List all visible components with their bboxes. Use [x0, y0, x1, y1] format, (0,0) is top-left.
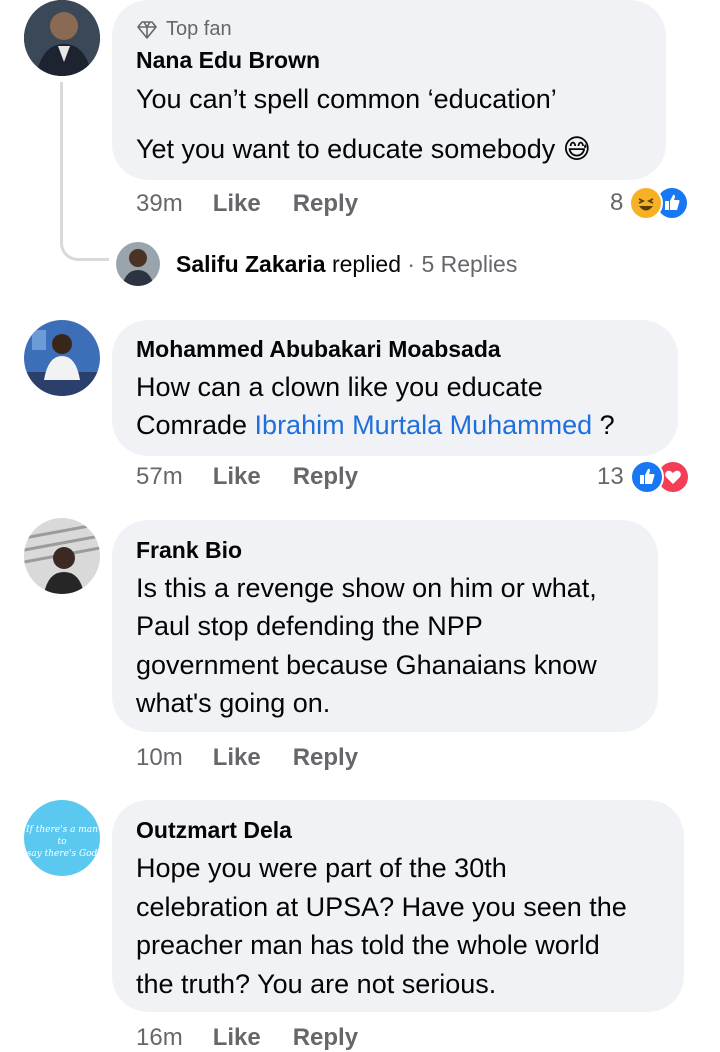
reply-summary[interactable]: Salifu Zakaria replied · 5 Replies	[176, 251, 517, 278]
comment-text-line: Paul stop defending the NPP	[136, 611, 483, 641]
avatar[interactable]	[24, 518, 100, 594]
avatar-photo	[24, 320, 100, 396]
like-button[interactable]: Like	[213, 463, 261, 491]
comment-actions: 39m Like Reply	[136, 190, 390, 218]
comment-text-line: the truth? You are not serious.	[136, 969, 497, 999]
reply-count[interactable]: · 5 Replies	[401, 251, 517, 277]
haha-icon	[629, 186, 664, 220]
comment-actions: 10m Like Reply	[136, 744, 390, 772]
reply-button[interactable]: Reply	[293, 1024, 358, 1052]
reaction-summary[interactable]: 8	[610, 186, 690, 220]
comment-text-line: You can’t spell common ‘education’	[136, 84, 557, 114]
comment-actions: 57m Like Reply	[136, 463, 390, 491]
avatar-photo	[24, 0, 100, 76]
comment-author[interactable]: Outzmart Dela	[136, 817, 292, 844]
text-segment: ?	[592, 410, 615, 440]
badge-label: Top fan	[166, 18, 232, 40]
comment-author[interactable]: Mohammed Abubakari Moabsada	[136, 336, 501, 363]
comment-text-line: government because Ghanaians know	[136, 650, 597, 680]
avatar[interactable]	[24, 320, 100, 396]
comment-time[interactable]: 39m	[136, 190, 183, 218]
like-button[interactable]: Like	[213, 190, 261, 218]
reply-avatar-photo	[116, 242, 160, 286]
comment-text-line: celebration at UPSA? Have you seen the	[136, 892, 627, 922]
like-button[interactable]: Like	[213, 1024, 261, 1052]
comment-text-line: How can a clown like you educate	[136, 372, 543, 402]
comment-time[interactable]: 10m	[136, 744, 183, 772]
text-segment: Comrade	[136, 410, 255, 440]
reply-button[interactable]: Reply	[293, 190, 358, 218]
reaction-summary[interactable]: 13	[597, 460, 690, 494]
reaction-count: 13	[597, 463, 624, 490]
comment-text-line: Is this a revenge show on him or what,	[136, 573, 597, 603]
comment-text-line: preacher man has told the whole world	[136, 930, 600, 960]
comment-text-line: Comrade Ibrahim Murtala Muhammed ?	[136, 406, 615, 444]
comment-time[interactable]: 16m	[136, 1024, 183, 1052]
reply-thread-line	[60, 82, 109, 261]
comment-text-line: Yet you want to educate somebody 😅	[136, 134, 591, 164]
comment-time[interactable]: 57m	[136, 463, 183, 491]
mention-link[interactable]: Ibrahim Murtala Muhammed	[255, 410, 593, 440]
top-fan-badge: Top fan	[136, 18, 232, 41]
reply-button[interactable]: Reply	[293, 463, 358, 491]
like-icon	[629, 460, 664, 494]
avatar-photo	[24, 518, 100, 594]
reaction-count: 8	[610, 189, 624, 216]
reply-avatar[interactable]	[116, 242, 160, 286]
comment-text-line: what's going on.	[136, 688, 331, 718]
diamond-icon	[137, 20, 157, 39]
comment-author[interactable]: Frank Bio	[136, 537, 242, 564]
like-button[interactable]: Like	[213, 744, 261, 772]
avatar[interactable]: If there's a man to say there's God	[24, 800, 100, 876]
avatar-text: If there's a man to say there's God	[26, 825, 98, 859]
comment-author[interactable]: Nana Edu Brown	[136, 47, 320, 74]
reply-button[interactable]: Reply	[293, 744, 358, 772]
comment-text-line: Hope you were part of the 30th	[136, 853, 507, 883]
reply-author[interactable]: Salifu Zakaria	[176, 251, 326, 277]
avatar[interactable]	[24, 0, 100, 76]
comment-actions: 16m Like Reply	[136, 1024, 390, 1052]
reply-verb: replied	[325, 251, 402, 277]
